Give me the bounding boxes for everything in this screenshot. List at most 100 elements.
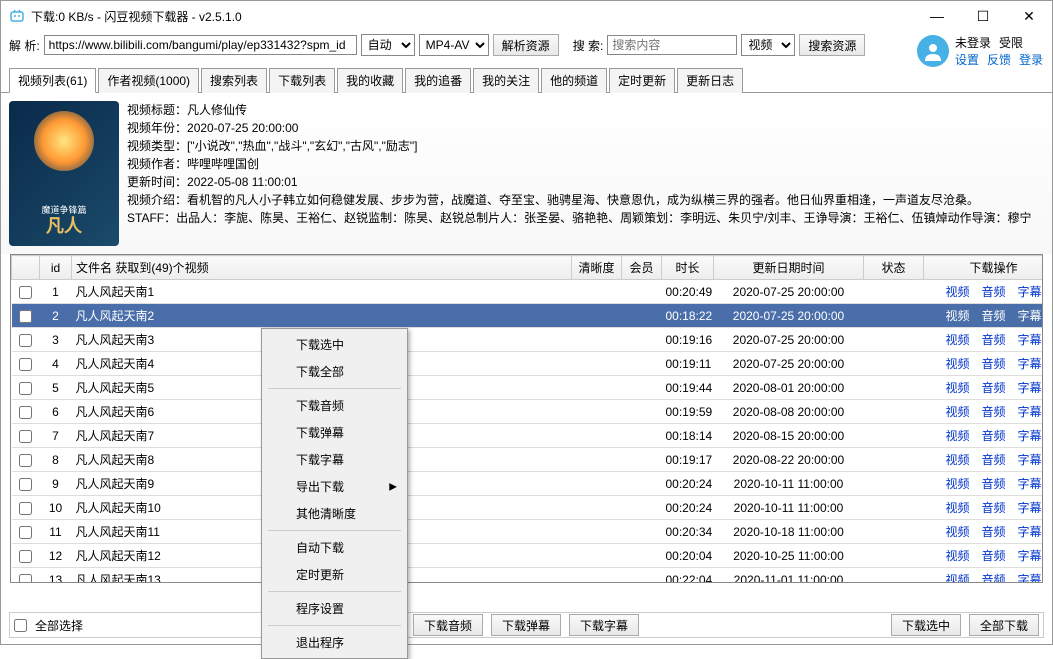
menu-item[interactable]: 定时更新 [264,561,405,588]
row-checkbox[interactable] [19,382,32,395]
download-subtitle-link[interactable]: 字幕 [1018,429,1042,443]
settings-link[interactable]: 设置 [955,51,979,68]
download-video-link[interactable]: 视频 [945,357,969,371]
download-subtitle-link[interactable]: 字幕 [1018,501,1042,515]
download-subtitle-link[interactable]: 字幕 [1018,573,1042,582]
table-row[interactable]: 13凡人风起天南1300:22:042020-11-01 11:00:00视频音… [12,568,1043,583]
table-row[interactable]: 11凡人风起天南1100:20:342020-10-18 11:00:00视频音… [12,520,1043,544]
tab-1[interactable]: 作者视频(1000) [98,68,199,93]
download-audio-link[interactable]: 音频 [981,477,1005,491]
table-row[interactable]: 5凡人风起天南500:19:442020-08-01 20:00:00视频音频字… [12,376,1043,400]
avatar[interactable] [917,35,949,67]
download-video-link[interactable]: 视频 [945,429,969,443]
download-subtitle-link[interactable]: 字幕 [1018,405,1042,419]
download-video-link[interactable]: 视频 [945,525,969,539]
download-audio-link[interactable]: 音频 [981,405,1005,419]
table-row[interactable]: 1凡人风起天南100:20:492020-07-25 20:00:00视频音频字… [12,280,1043,304]
row-checkbox[interactable] [19,358,32,371]
table-row[interactable]: 2凡人风起天南200:18:222020-07-25 20:00:00视频音频字… [12,304,1043,328]
download-subtitle-link[interactable]: 字幕 [1018,285,1042,299]
row-checkbox[interactable] [19,430,32,443]
menu-item[interactable]: 导出下载▶ [264,473,405,500]
header-status[interactable]: 状态 [864,256,924,280]
download-audio-link[interactable]: 音频 [981,357,1005,371]
tab-0[interactable]: 视频列表(61) [9,68,96,93]
download-subtitle-button[interactable]: 下载字幕 [569,614,639,636]
parse-button[interactable]: 解析资源 [493,34,559,56]
download-audio-link[interactable]: 音频 [981,333,1005,347]
tab-8[interactable]: 定时更新 [609,68,675,93]
format-select[interactable]: MP4-AVC [419,34,489,56]
tab-9[interactable]: 更新日志 [677,68,743,93]
download-audio-link[interactable]: 音频 [981,285,1005,299]
download-audio-link[interactable]: 音频 [981,573,1005,582]
mode-select[interactable]: 自动 [361,34,415,56]
download-subtitle-link[interactable]: 字幕 [1018,453,1042,467]
url-input[interactable] [44,35,357,55]
download-audio-link[interactable]: 音频 [981,429,1005,443]
download-danmu-button[interactable]: 下载弹幕 [491,614,561,636]
menu-item[interactable]: 下载弹幕 [264,419,405,446]
download-subtitle-link[interactable]: 字幕 [1018,525,1042,539]
download-subtitle-link[interactable]: 字幕 [1018,333,1042,347]
row-checkbox[interactable] [19,502,32,515]
download-audio-button[interactable]: 下载音频 [413,614,483,636]
tab-5[interactable]: 我的追番 [405,68,471,93]
table-row[interactable]: 12凡人风起天南1200:20:042020-10-25 11:00:00视频音… [12,544,1043,568]
download-audio-link[interactable]: 音频 [981,381,1005,395]
row-checkbox[interactable] [19,310,32,323]
download-video-link[interactable]: 视频 [945,453,969,467]
menu-item[interactable]: 退出程序 [264,629,405,656]
download-video-link[interactable]: 视频 [945,549,969,563]
row-checkbox[interactable] [19,454,32,467]
table-row[interactable]: 4凡人风起天南400:19:112020-07-25 20:00:00视频音频字… [12,352,1043,376]
login-link[interactable]: 登录 [1019,51,1043,68]
download-video-link[interactable]: 视频 [945,333,969,347]
tab-6[interactable]: 我的关注 [473,68,539,93]
row-checkbox[interactable] [19,526,32,539]
download-video-link[interactable]: 视频 [945,477,969,491]
tab-3[interactable]: 下载列表 [269,68,335,93]
table-row[interactable]: 3凡人风起天南300:19:162020-07-25 20:00:00视频音频字… [12,328,1043,352]
header-filename[interactable]: 文件名 获取到(49)个视频 [72,256,572,280]
minimize-button[interactable]: — [914,1,960,31]
row-checkbox[interactable] [19,550,32,563]
download-video-link[interactable]: 视频 [945,285,969,299]
menu-item[interactable]: 下载音频 [264,392,405,419]
download-all-button[interactable]: 全部下载 [969,614,1039,636]
table-row[interactable]: 8凡人风起天南800:19:172020-08-22 20:00:00视频音频字… [12,448,1043,472]
download-audio-link[interactable]: 音频 [981,309,1005,323]
header-update-time[interactable]: 更新日期时间 [714,256,864,280]
search-input[interactable] [607,35,737,55]
header-clarity[interactable]: 清晰度 [572,256,622,280]
download-subtitle-link[interactable]: 字幕 [1018,309,1042,323]
download-subtitle-link[interactable]: 字幕 [1018,477,1042,491]
download-selected-button[interactable]: 下载选中 [891,614,961,636]
table-row[interactable]: 9凡人风起天南900:20:242020-10-11 11:00:00视频音频字… [12,472,1043,496]
menu-item[interactable]: 程序设置 [264,595,405,622]
maximize-button[interactable]: ☐ [960,1,1006,31]
search-type-select[interactable]: 视频 [741,34,795,56]
download-video-link[interactable]: 视频 [945,381,969,395]
download-audio-link[interactable]: 音频 [981,453,1005,467]
header-actions[interactable]: 下载操作 [924,256,1043,280]
download-video-link[interactable]: 视频 [945,573,969,582]
tab-4[interactable]: 我的收藏 [337,68,403,93]
menu-item[interactable]: 自动下载 [264,534,405,561]
tab-2[interactable]: 搜索列表 [201,68,267,93]
header-id[interactable]: id [40,256,72,280]
download-subtitle-link[interactable]: 字幕 [1018,381,1042,395]
download-audio-link[interactable]: 音频 [981,501,1005,515]
select-all-checkbox[interactable] [14,619,27,632]
menu-item[interactable]: 下载选中 [264,331,405,358]
row-checkbox[interactable] [19,286,32,299]
row-checkbox[interactable] [19,406,32,419]
download-video-link[interactable]: 视频 [945,405,969,419]
header-vip[interactable]: 会员 [622,256,662,280]
download-audio-link[interactable]: 音频 [981,549,1005,563]
download-subtitle-link[interactable]: 字幕 [1018,549,1042,563]
table-row[interactable]: 7凡人风起天南700:18:142020-08-15 20:00:00视频音频字… [12,424,1043,448]
header-duration[interactable]: 时长 [662,256,714,280]
tab-7[interactable]: 他的频道 [541,68,607,93]
table-row[interactable]: 10凡人风起天南1000:20:242020-10-11 11:00:00视频音… [12,496,1043,520]
